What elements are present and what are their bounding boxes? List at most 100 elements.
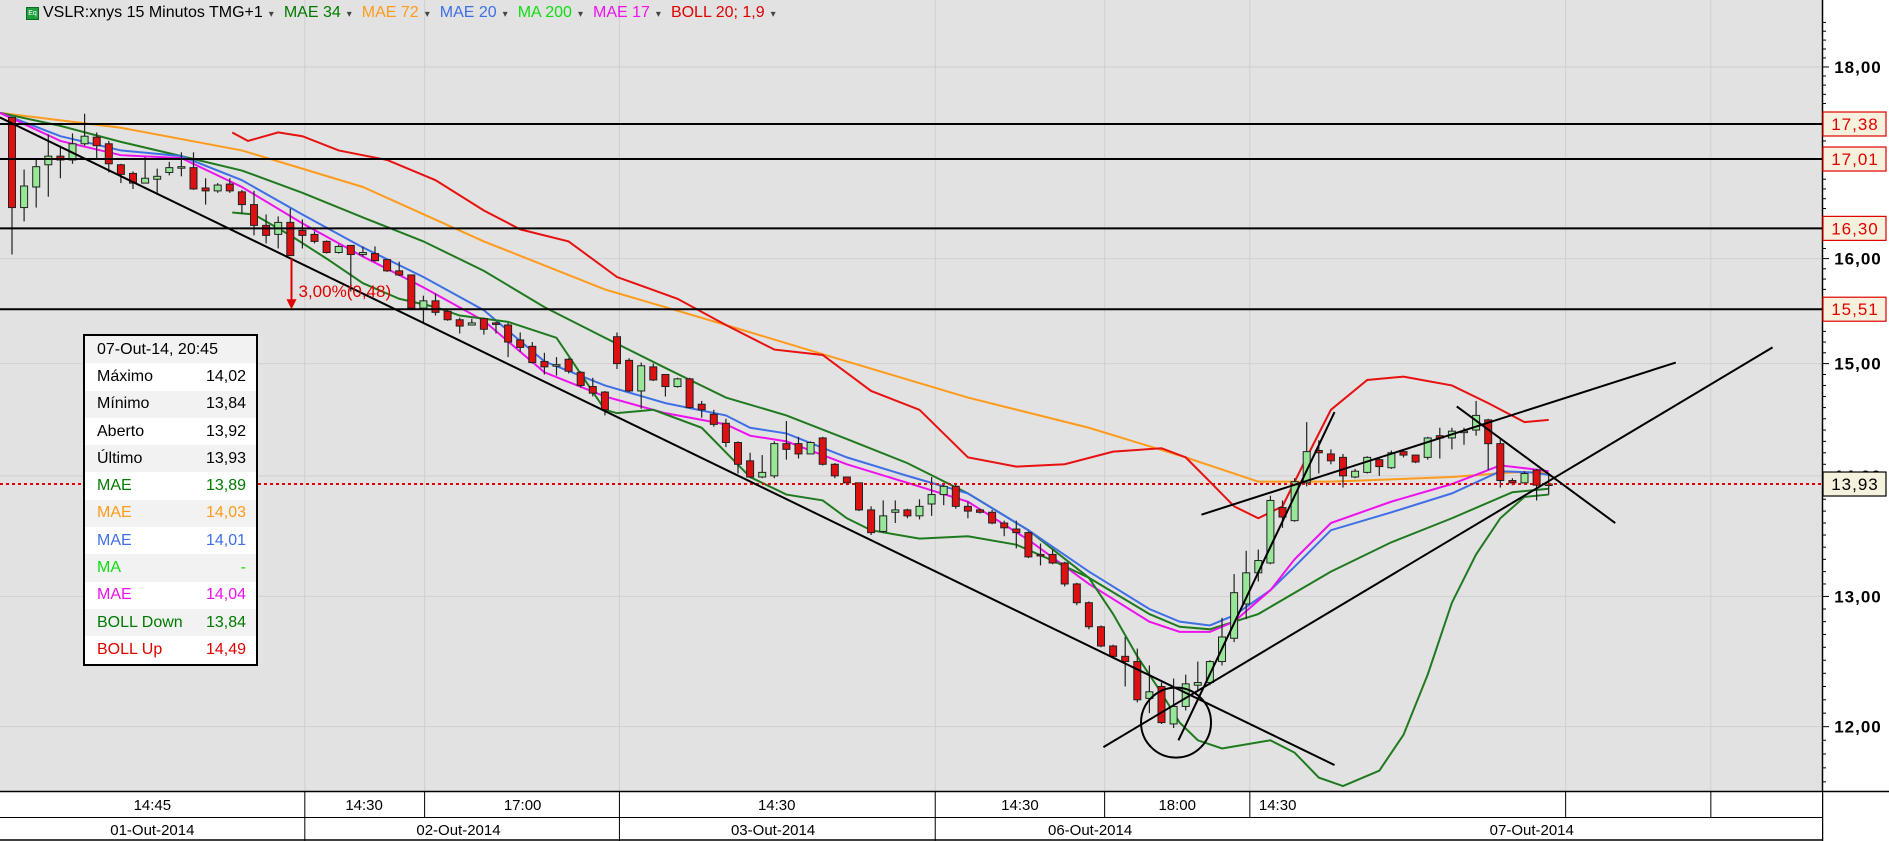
candle bbox=[1097, 625, 1105, 648]
candle bbox=[770, 441, 779, 479]
candle-body bbox=[310, 233, 319, 242]
candle-body bbox=[963, 505, 972, 512]
candle bbox=[1411, 454, 1420, 464]
chevron-down-icon: ▾ bbox=[577, 9, 583, 20]
info-row: BOLL Up 14,49 bbox=[85, 636, 256, 663]
info-row: MAE 14,01 bbox=[85, 527, 256, 554]
info-label: Mínimo bbox=[97, 395, 150, 413]
candle-body bbox=[189, 167, 198, 190]
info-row: BOLL Down 13,84 bbox=[85, 608, 256, 637]
candle-body bbox=[80, 135, 89, 145]
date-label: 02-Out-2014 bbox=[416, 822, 500, 839]
candle-body bbox=[1072, 583, 1081, 604]
info-value: 13,84 bbox=[205, 395, 246, 413]
price-chart[interactable]: 3,00%(0,48) 18,0016,0015,0014,0013,0012,… bbox=[0, 0, 1889, 841]
plot-background bbox=[0, 0, 1822, 791]
indicator-label: BOLL 20; 1,9 bbox=[670, 4, 765, 21]
candle bbox=[1363, 456, 1372, 474]
candle-body bbox=[32, 166, 41, 188]
candle-body bbox=[1351, 470, 1360, 478]
candle-body bbox=[951, 485, 960, 507]
info-value: - bbox=[240, 559, 246, 577]
price-level-label: 16,30 bbox=[1831, 219, 1879, 238]
candle-body bbox=[685, 378, 694, 409]
candle bbox=[818, 436, 827, 466]
time-label: 18:00 bbox=[1158, 797, 1196, 814]
candle-body bbox=[467, 322, 476, 326]
candle-body bbox=[504, 324, 513, 343]
candle-body bbox=[1399, 451, 1408, 456]
info-label: MAE bbox=[97, 477, 132, 495]
candle-body bbox=[758, 471, 767, 478]
info-label: BOLL Down bbox=[97, 613, 183, 631]
candle-body bbox=[1496, 443, 1505, 482]
candle-body bbox=[830, 463, 839, 477]
candle-body bbox=[1363, 456, 1372, 473]
indicator-menu[interactable]: MAE 17 ▾ bbox=[593, 4, 661, 21]
candle-body bbox=[939, 485, 948, 496]
info-label: Máximo bbox=[97, 367, 154, 385]
time-label: 14:30 bbox=[758, 797, 796, 814]
info-label: MA bbox=[97, 559, 121, 577]
info-value: 14,03 bbox=[205, 504, 246, 522]
candle bbox=[1423, 436, 1432, 460]
indicator-menu[interactable]: BOLL 20; 1,9 ▾ bbox=[671, 4, 776, 21]
symbol-label: VSLR:xnys 15 Minutos TMG+1 bbox=[43, 4, 263, 21]
candle-body bbox=[431, 300, 440, 313]
candle-body bbox=[637, 365, 646, 392]
info-row: MAE 14,03 bbox=[85, 499, 256, 528]
candle-body bbox=[322, 240, 331, 254]
candle-body bbox=[371, 253, 379, 262]
candle bbox=[830, 463, 839, 479]
chevron-down-icon: ▾ bbox=[346, 9, 352, 20]
indicator-list: MAE 34 ▾ MAE 72 ▾ MAE 20 ▾ MA 200 ▾ MAE 17 ▾ BOLL … bbox=[284, 4, 786, 22]
candle-body bbox=[540, 360, 549, 368]
candle-body bbox=[709, 413, 718, 425]
chevron-down-icon: ▾ bbox=[655, 9, 661, 20]
date-label: 01-Out-2014 bbox=[110, 822, 194, 839]
candle-body bbox=[1097, 626, 1105, 647]
candle-body bbox=[44, 155, 53, 166]
info-value: 13,93 bbox=[205, 449, 246, 467]
candle-body bbox=[153, 175, 162, 180]
candle bbox=[976, 508, 984, 514]
candle bbox=[1060, 561, 1069, 587]
info-value: 14,01 bbox=[205, 531, 246, 549]
indicator-menu[interactable]: MA 200 ▾ bbox=[518, 4, 583, 21]
candle-body bbox=[782, 443, 791, 450]
symbol-menu[interactable]: VSLR:xnys 15 Minutos TMG+1 ▾ bbox=[43, 4, 274, 22]
candle bbox=[1496, 439, 1505, 488]
price-tick-label: 16,00 bbox=[1834, 250, 1882, 269]
indicator-label: MAE 72 bbox=[361, 4, 419, 21]
candle-body bbox=[625, 359, 634, 392]
indicator-menu[interactable]: MAE 34 ▾ bbox=[284, 4, 352, 21]
candle bbox=[806, 441, 815, 455]
info-title: 07-Out-14, 20:45 bbox=[97, 340, 218, 358]
indicator-menu[interactable]: MAE 20 ▾ bbox=[440, 4, 508, 21]
time-label: 14:30 bbox=[1001, 797, 1039, 814]
info-value: 13,84 bbox=[205, 613, 246, 631]
info-label: Último bbox=[97, 449, 143, 467]
indicator-label: MA 200 bbox=[517, 4, 572, 21]
time-label: 14:30 bbox=[1259, 797, 1297, 814]
candle-body bbox=[516, 339, 525, 348]
candle bbox=[613, 332, 621, 370]
candle-body bbox=[8, 116, 16, 209]
info-value: 13,89 bbox=[205, 477, 246, 495]
info-row: Máximo 14,02 bbox=[85, 363, 256, 390]
candle-body bbox=[1036, 553, 1045, 557]
info-row: MAE 14,04 bbox=[85, 582, 256, 609]
price-level-label: 17,01 bbox=[1831, 150, 1879, 169]
indicator-menu[interactable]: MAE 72 ▾ bbox=[362, 4, 430, 21]
time-label: 14:45 bbox=[134, 797, 172, 814]
candle-body bbox=[1121, 655, 1130, 663]
candle-body bbox=[250, 204, 258, 226]
candle bbox=[1084, 601, 1093, 630]
candle-body bbox=[600, 391, 609, 411]
candle-body bbox=[141, 177, 150, 184]
info-title-row: 07-Out-14, 20:45 bbox=[85, 336, 256, 364]
info-value: 14,04 bbox=[205, 586, 246, 604]
info-row: Mínimo 13,84 bbox=[85, 390, 256, 418]
candle-body bbox=[1508, 480, 1517, 484]
candle-body bbox=[1230, 592, 1239, 639]
